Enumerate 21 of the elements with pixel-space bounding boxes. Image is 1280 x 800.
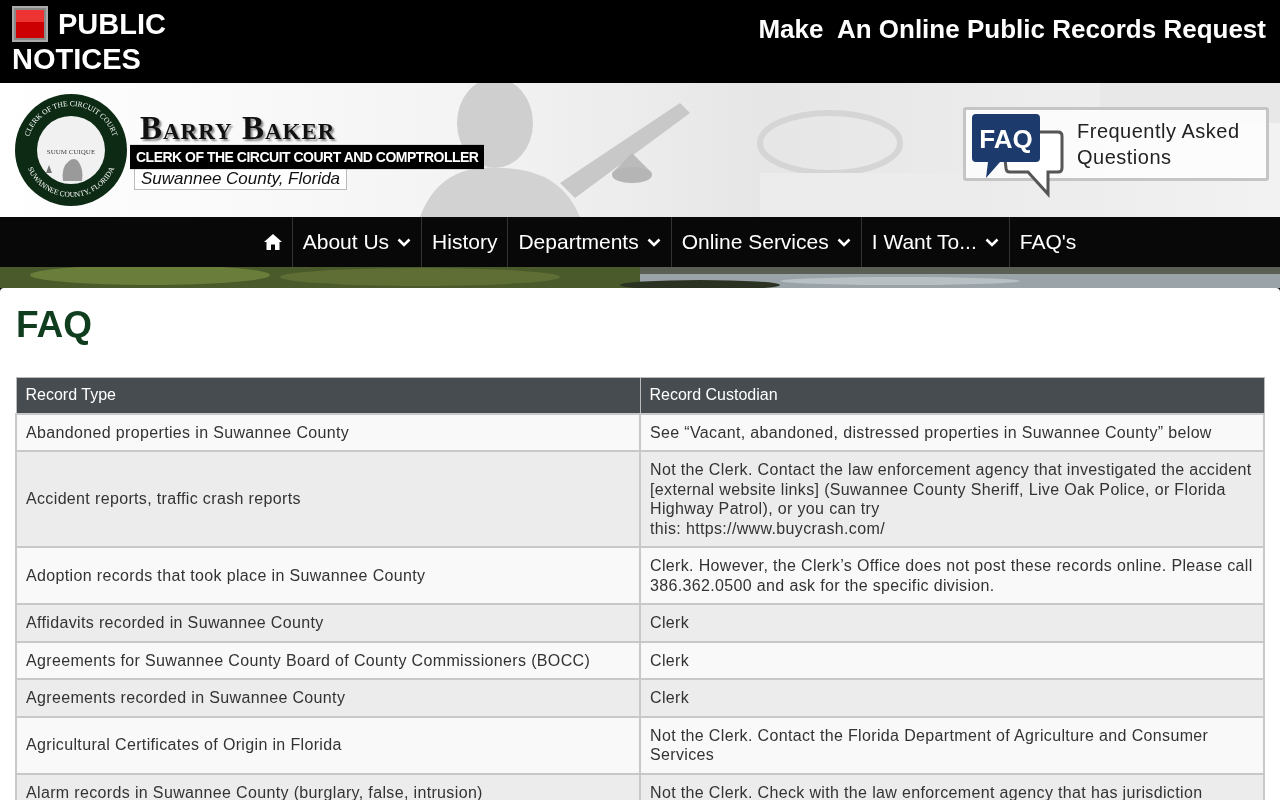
table-cell: See “Vacant, abandoned, distressed properties in Suwannee County” below xyxy=(640,413,1264,451)
table-cell: Affidavits recorded in Suwannee County xyxy=(16,604,640,642)
column-header: Record Custodian xyxy=(640,377,1264,414)
notice-square-icon[interactable] xyxy=(12,6,48,42)
home-icon xyxy=(263,234,282,250)
county-name: Suwannee County, Florida xyxy=(134,168,348,190)
table-cell: Agreements recorded in Suwannee County xyxy=(16,679,640,717)
records-request-link[interactable]: Make An Online Public Records Request xyxy=(758,0,1268,83)
table-cell: Clerk xyxy=(640,679,1264,717)
clerk-title: CLERK OF THE CIRCUIT COURT AND COMPTROLLER xyxy=(130,144,485,170)
table-cell: Alarm records in Suwannee County (burglary, false, intrusion) xyxy=(16,773,640,800)
table-cell: Clerk xyxy=(640,604,1264,642)
column-header: Record Type xyxy=(16,377,640,414)
page-title: FAQ xyxy=(15,303,94,347)
table-cell: Agricultural Certificates of Origin in Florida xyxy=(16,716,640,774)
public-notices-link[interactable]: NOTICES xyxy=(12,42,166,76)
table-cell: Abandoned properties in Suwannee County xyxy=(16,413,640,451)
table-cell: Not the Clerk. Contact the Florida Department of Agriculture and Consumer Services xyxy=(640,716,1264,774)
public-notices-link[interactable]: PUBLIC xyxy=(58,7,166,41)
faq-badge-label: Frequently Asked Questions xyxy=(1077,119,1241,170)
clerk-name: Barry Baker xyxy=(139,110,336,146)
